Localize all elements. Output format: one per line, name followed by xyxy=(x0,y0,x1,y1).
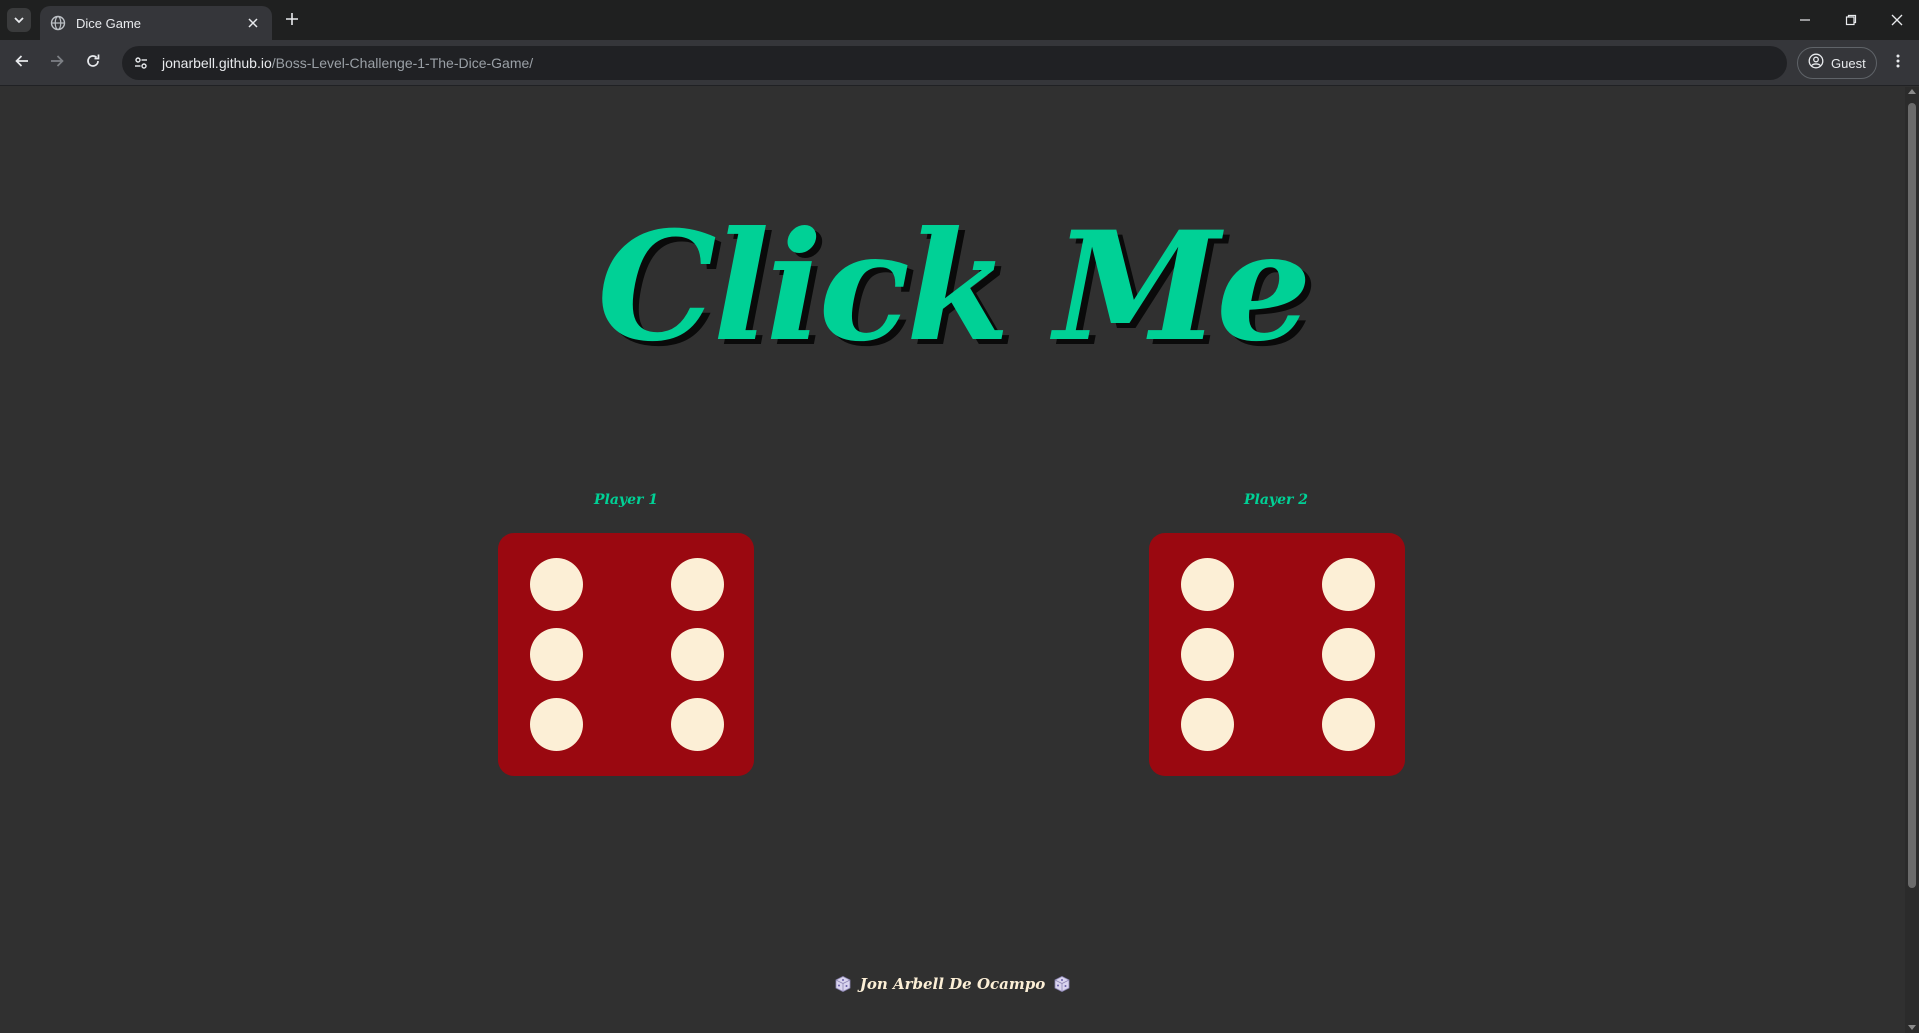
url-host: jonarbell.github.io xyxy=(162,55,272,71)
die-pip xyxy=(671,698,724,751)
restore-icon xyxy=(1845,11,1857,30)
tab-search-button[interactable] xyxy=(7,8,31,32)
player-2-die xyxy=(1149,533,1405,776)
player-2-label: Player 2 xyxy=(1244,492,1308,508)
close-window-button[interactable] xyxy=(1882,8,1912,32)
browser-menu-button[interactable] xyxy=(1886,51,1910,75)
close-icon xyxy=(1891,11,1903,30)
more-vert-icon xyxy=(1890,53,1906,73)
plus-icon xyxy=(285,11,299,30)
die-pip xyxy=(671,628,724,681)
die-pip xyxy=(1322,558,1375,611)
address-bar[interactable]: jonarbell.github.io/Boss-Level-Challenge… xyxy=(122,46,1787,80)
profile-label: Guest xyxy=(1831,55,1866,71)
die-pip xyxy=(530,628,583,681)
reload-icon xyxy=(85,53,101,73)
die-pip xyxy=(1322,698,1375,751)
site-info-icon[interactable] xyxy=(130,52,152,74)
minimize-button[interactable] xyxy=(1790,8,1820,32)
new-tab-button[interactable] xyxy=(282,10,302,30)
close-tab-icon[interactable] xyxy=(244,14,262,32)
url-text: jonarbell.github.io/Boss-Level-Challenge… xyxy=(162,55,533,71)
dice-icon xyxy=(1053,975,1071,993)
scroll-down-arrow-icon[interactable] xyxy=(1908,1025,1916,1030)
globe-icon xyxy=(50,15,66,31)
forward-button[interactable] xyxy=(45,51,69,75)
reload-button[interactable] xyxy=(81,51,105,75)
footer: Jon Arbell De Ocampo xyxy=(0,975,1905,993)
browser-tab[interactable]: Dice Game xyxy=(40,6,272,40)
arrow-right-icon xyxy=(49,53,65,73)
back-button[interactable] xyxy=(10,51,34,75)
arrow-left-icon xyxy=(14,53,30,73)
tab-strip: Dice Game xyxy=(0,0,1919,40)
scroll-up-arrow-icon[interactable] xyxy=(1908,89,1916,94)
browser-toolbar: jonarbell.github.io/Boss-Level-Challenge… xyxy=(0,40,1919,86)
player-1-label: Player 1 xyxy=(594,492,658,508)
die-pip xyxy=(1181,558,1234,611)
chevron-down-icon xyxy=(13,11,25,30)
player-1-die xyxy=(498,533,754,776)
profile-button[interactable]: Guest xyxy=(1797,47,1877,79)
die-pip xyxy=(1322,628,1375,681)
die-pip xyxy=(671,558,724,611)
minimize-icon xyxy=(1799,11,1811,30)
die-pip xyxy=(1181,628,1234,681)
restore-button[interactable] xyxy=(1836,8,1866,32)
tab-title: Dice Game xyxy=(76,15,142,31)
author-name: Jon Arbell De Ocampo xyxy=(859,975,1046,993)
click-me-heading[interactable]: Click Me xyxy=(0,197,1905,377)
die-pip xyxy=(530,698,583,751)
die-pip xyxy=(1181,698,1234,751)
vertical-scrollbar[interactable] xyxy=(1905,87,1919,1033)
dice-icon xyxy=(834,975,852,993)
die-pip xyxy=(530,558,583,611)
user-icon xyxy=(1808,53,1824,73)
scroll-thumb[interactable] xyxy=(1908,103,1916,888)
page-viewport: Click Me Player 1 Player 2 Jon Arbell De… xyxy=(0,87,1905,1033)
url-path: /Boss-Level-Challenge-1-The-Dice-Game/ xyxy=(271,55,534,71)
